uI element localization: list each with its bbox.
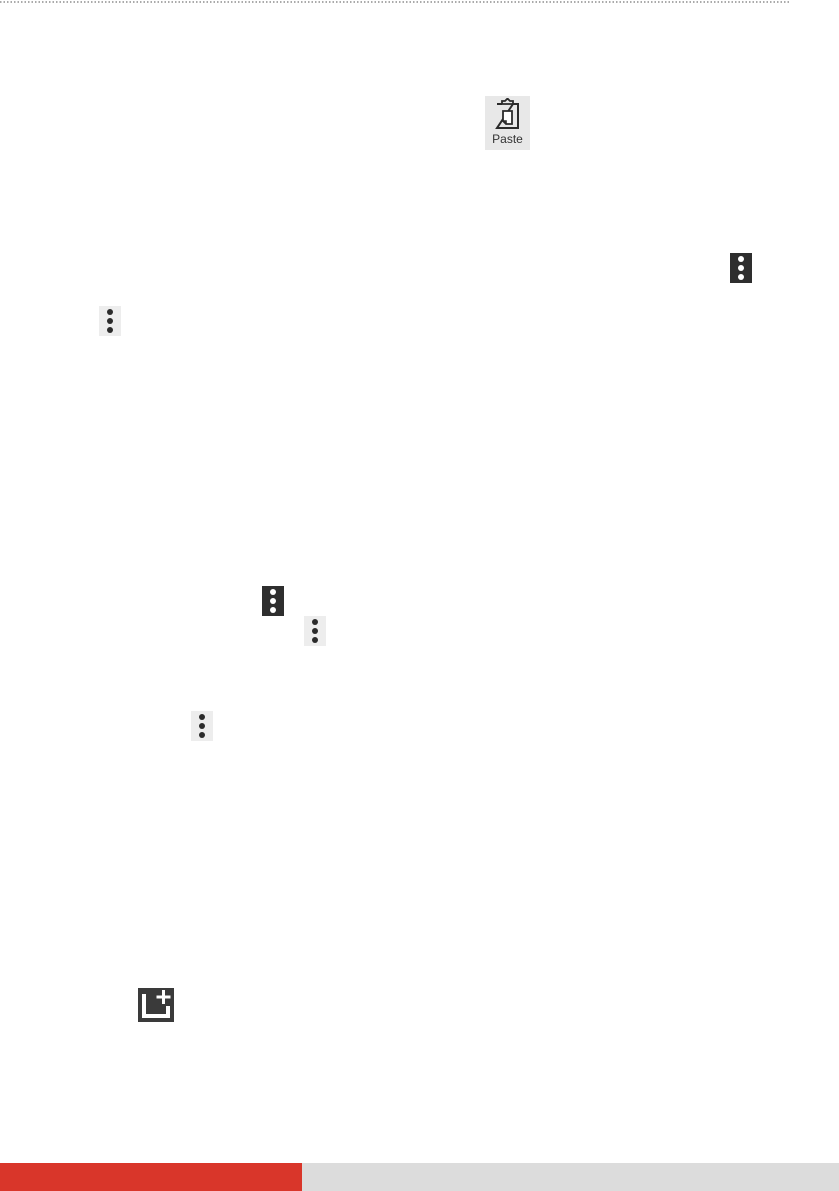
dot: [270, 607, 276, 613]
new-item-button[interactable]: [138, 988, 174, 1022]
footer-progress-fill: [0, 1163, 303, 1191]
footer-progress-bar: [0, 1163, 839, 1191]
dot: [270, 598, 276, 604]
dot: [312, 637, 318, 643]
dot: [270, 589, 276, 595]
more-options-icon: [191, 711, 213, 741]
dot: [738, 274, 744, 280]
top-rule: [0, 1, 791, 3]
paste-icon: [495, 98, 519, 129]
more-options-icon: [304, 616, 326, 646]
dot: [199, 714, 205, 720]
dot: [738, 265, 744, 271]
dot: [107, 327, 113, 333]
new-item-icon: [142, 990, 171, 1018]
dot: [312, 619, 318, 625]
dot: [199, 732, 205, 738]
more-options-icon: [99, 306, 121, 336]
dot: [738, 256, 744, 262]
dot: [312, 628, 318, 634]
more-options-icon: [262, 586, 284, 616]
dot: [107, 318, 113, 324]
dot: [107, 309, 113, 315]
paste-button[interactable]: Paste: [485, 96, 530, 150]
paste-label: Paste: [492, 132, 523, 146]
more-options-icon: [730, 253, 752, 283]
dot: [199, 723, 205, 729]
